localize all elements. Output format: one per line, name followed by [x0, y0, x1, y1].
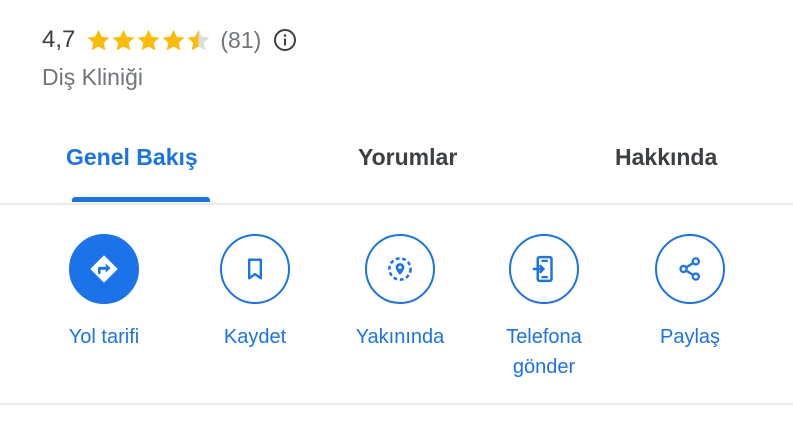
- save-circle[interactable]: [220, 234, 290, 304]
- save-button[interactable]: Kaydet: [190, 234, 320, 352]
- rating-value: 4,7: [42, 26, 76, 53]
- divider: [0, 403, 793, 405]
- directions-circle[interactable]: [69, 234, 139, 304]
- active-tab-indicator: [72, 197, 210, 202]
- divider: [0, 203, 793, 205]
- share-circle[interactable]: [655, 234, 725, 304]
- directions-icon: [90, 255, 118, 283]
- directions-button[interactable]: Yol tarifi: [39, 234, 169, 352]
- tab-overview[interactable]: Genel Bakış: [66, 144, 198, 171]
- nearby-button[interactable]: Yakınında: [335, 234, 465, 352]
- tab-about[interactable]: Hakkında: [615, 144, 717, 171]
- star-icon: [162, 29, 185, 50]
- bookmark-icon: [248, 258, 262, 280]
- send-to-phone-label: Telefona gönder: [506, 326, 582, 378]
- info-icon[interactable]: [273, 28, 297, 52]
- star-icon: [137, 29, 160, 50]
- rating-row: 4,7 (81): [42, 24, 297, 56]
- review-count[interactable]: (81): [220, 27, 261, 54]
- share-button[interactable]: Paylaş: [625, 234, 755, 352]
- nearby-circle[interactable]: [365, 234, 435, 304]
- directions-label: Yol tarifi: [68, 326, 140, 348]
- send-to-phone-button[interactable]: Telefona gönder: [479, 234, 609, 382]
- share-label: Paylaş: [659, 326, 721, 348]
- nearby-label: Yakınında: [355, 326, 445, 348]
- send-to-phone-icon: [532, 255, 553, 283]
- share-icon: [679, 257, 701, 281]
- half-star-icon: [187, 29, 210, 50]
- tab-reviews[interactable]: Yorumlar: [358, 144, 457, 171]
- send-to-phone-circle[interactable]: [509, 234, 579, 304]
- place-panel: 4,7 (81) Diş Kliniği Genel Bakış Yorumla…: [0, 0, 793, 446]
- nearby-icon: [388, 257, 412, 281]
- save-label: Kaydet: [223, 326, 287, 348]
- tab-bar: Genel Bakış Yorumlar Hakkında: [0, 136, 793, 206]
- place-category[interactable]: Diş Kliniği: [42, 64, 143, 91]
- star-icon: [87, 29, 110, 50]
- star-rating: [85, 27, 210, 54]
- star-icon: [112, 29, 135, 50]
